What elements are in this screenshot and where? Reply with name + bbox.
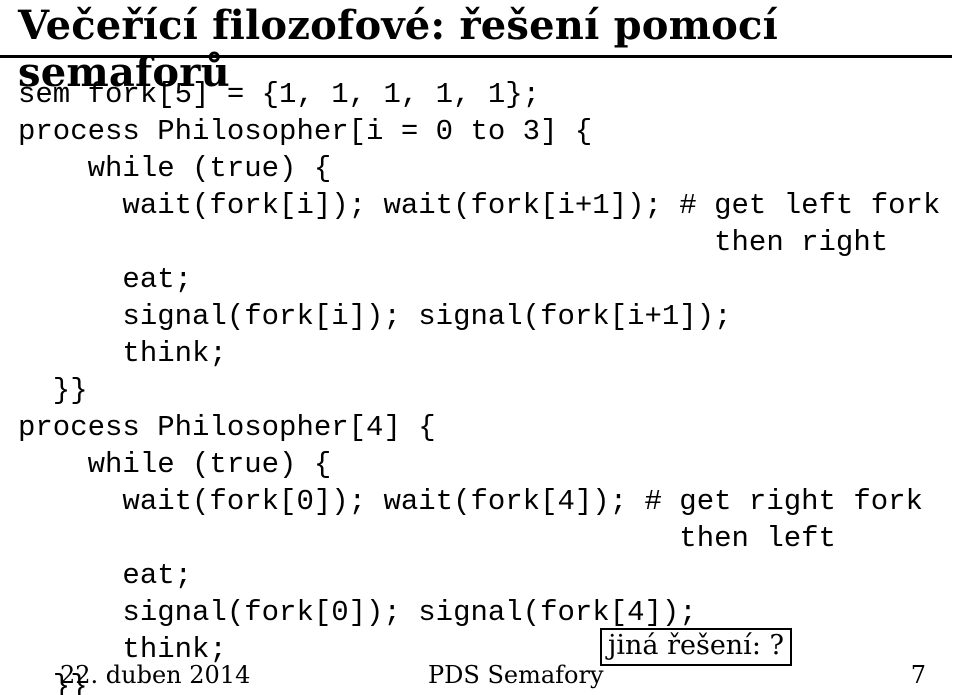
code-line: wait(fork[i]); wait(fork[i+1]); # get le… (18, 189, 940, 222)
footer-page-number: 7 (911, 661, 926, 689)
code-line: think; (18, 337, 227, 370)
code-line: sem fork[5] = {1, 1, 1, 1, 1}; (18, 78, 540, 111)
code-line: then left (18, 522, 836, 555)
code-line: eat; (18, 559, 192, 592)
code-line: while (true) { (18, 152, 331, 185)
code-line: then right (18, 226, 888, 259)
title-underline (0, 55, 952, 58)
code-line: eat; (18, 263, 192, 296)
code-line: process Philosopher[i = 0 to 3] { (18, 115, 592, 148)
footer-date: 22. duben 2014 (60, 661, 250, 689)
code-line: wait(fork[0]); wait(fork[4]); # get righ… (18, 485, 923, 518)
code-line: while (true) { (18, 448, 331, 481)
code-block: sem fork[5] = {1, 1, 1, 1, 1}; process P… (18, 76, 942, 695)
footer-title: PDS Semafory (428, 661, 604, 689)
code-line: process Philosopher[4] { (18, 411, 436, 444)
note-box: jiná řešení: ? (600, 628, 792, 666)
note-text: jiná řešení: ? (608, 630, 784, 661)
code-line: signal(fork[0]); signal(fork[4]); (18, 596, 697, 629)
code-line: }} (18, 374, 88, 407)
slide-page: Večeřící filozofové: řešení pomocí semaf… (0, 0, 960, 695)
code-line: signal(fork[i]); signal(fork[i+1]); (18, 300, 732, 333)
